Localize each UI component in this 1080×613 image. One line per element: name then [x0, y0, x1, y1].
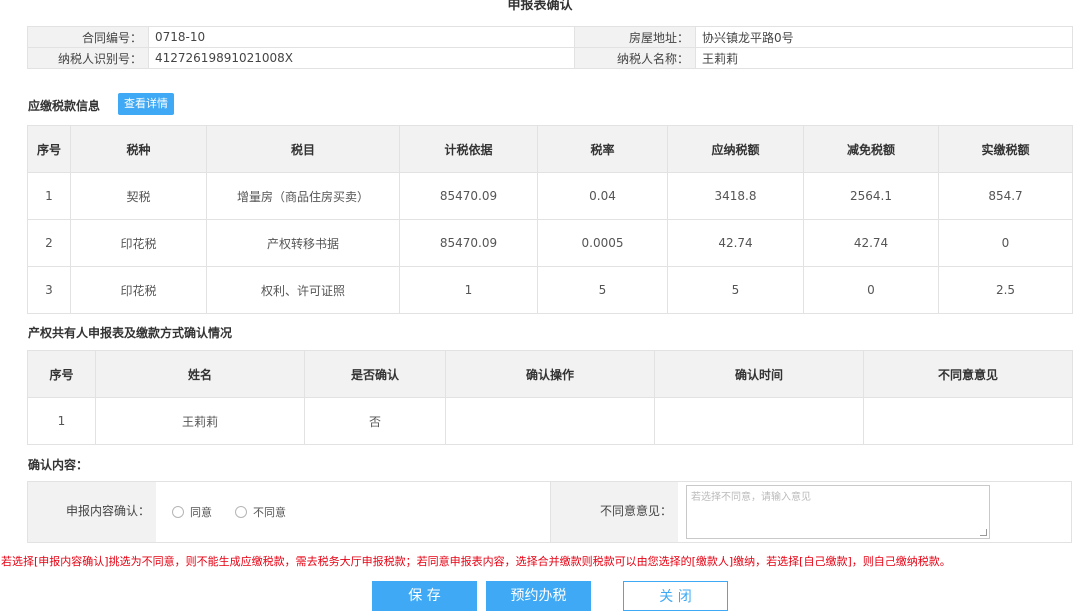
- owner-table-header-1: 姓名: [95, 350, 305, 398]
- tax-table-cell: 产权转移书据: [206, 219, 400, 267]
- agree-radio[interactable]: [172, 506, 184, 518]
- tax-table-header-3: 计税依据: [399, 125, 538, 173]
- tax-table-cell: 3: [27, 266, 71, 314]
- agree-label: 同意: [190, 506, 212, 519]
- tax-table-cell: 1: [27, 172, 71, 220]
- owner-table: 序号 姓名 是否确认 确认操作 确认时间 不同意意见 1 王莉莉否: [27, 350, 1073, 445]
- tax-table-cell: 85470.09: [399, 172, 538, 220]
- address-value: 协兴镇龙平路0号: [695, 26, 1073, 48]
- reason-placeholder: 若选择不同意，请输入意见: [691, 492, 811, 503]
- notice-text: 若选择[申报内容确认]挑选为不同意，则不能生成应缴税款，需去税务大厅申报税款；若…: [1, 555, 951, 568]
- tax-table-cell: 2564.1: [803, 172, 939, 220]
- tax-table-cell: 0.0005: [537, 219, 668, 267]
- owner-table-header-5: 不同意意见: [863, 350, 1073, 398]
- tax-table-cell: 42.74: [803, 219, 939, 267]
- tax-table-cell: 854.7: [938, 172, 1073, 220]
- taxpayer-name-value: 王莉莉: [695, 47, 1073, 69]
- owner-table-cell: [445, 397, 655, 445]
- tax-table-cell: 增量房（商品住房买卖）: [206, 172, 400, 220]
- tax-table-cell: 契税: [70, 172, 207, 220]
- owner-table-header-4: 确认时间: [654, 350, 864, 398]
- address-label: 房屋地址：: [574, 26, 696, 48]
- disagree-option[interactable]: 不同意: [235, 482, 286, 542]
- tax-table-cell: 印花税: [70, 219, 207, 267]
- tax-table-row: 3 印花税 权利、许可证照 1 5 5 0 2.5: [27, 266, 1073, 314]
- owner-table-header-2: 是否确认: [304, 350, 446, 398]
- tax-table-cell: 5: [537, 266, 668, 314]
- page-title: 申报表确认: [507, 0, 573, 13]
- view-details-button[interactable]: 查看详情: [118, 93, 174, 115]
- tax-table-header-6: 减免税额: [803, 125, 939, 173]
- tax-table-header-5: 应纳税额: [667, 125, 804, 173]
- reserve-button[interactable]: 预约办税: [486, 581, 591, 611]
- tax-table-header-0: 序号: [27, 125, 71, 173]
- disagree-radio[interactable]: [235, 506, 247, 518]
- tax-table-cell: 0: [938, 219, 1073, 267]
- tax-table-cell: 85470.09: [399, 219, 538, 267]
- tax-table-cell: 3418.8: [667, 172, 804, 220]
- taxpayer-id-value: 41272619891021008X: [148, 47, 575, 69]
- tax-table-header-1: 税种: [70, 125, 207, 173]
- agree-option[interactable]: 同意: [172, 482, 212, 542]
- owner-table-cell: 否: [304, 397, 446, 445]
- tax-table-cell: 1: [399, 266, 538, 314]
- taxpayer-name-label: 纳税人名称：: [574, 47, 696, 69]
- tax-table-header-7: 实缴税额: [938, 125, 1073, 173]
- tax-table-cell: 权利、许可证照: [206, 266, 400, 314]
- tax-table-cell: 0.04: [537, 172, 668, 220]
- owner-table-header-0: 序号: [27, 350, 96, 398]
- owner-table-row: 1 王莉莉否: [27, 397, 1073, 445]
- tax-table: 序号 税种 税目 计税依据 税率 应纳税额 减免税额 实缴税额 1 契税 增量房（商品住房买卖） 8…: [27, 125, 1073, 314]
- tax-table-cell: 印花税: [70, 266, 207, 314]
- reason-label: 不同意意见：: [550, 482, 678, 542]
- save-button[interactable]: 保 存: [372, 581, 477, 611]
- owner-table-cell: 王莉莉: [95, 397, 305, 445]
- resize-handle[interactable]: [980, 529, 987, 536]
- taxpayer-id-label: 纳税人识别号：: [27, 47, 149, 69]
- confirm-section-title: 确认内容：: [28, 458, 89, 472]
- disagree-label: 不同意: [253, 506, 286, 519]
- contract-no-label: 合同编号：: [27, 26, 149, 48]
- contract-no-value: 0718-10: [148, 26, 575, 48]
- owner-table-cell: 1: [27, 397, 96, 445]
- owner-table-header-3: 确认操作: [445, 350, 655, 398]
- tax-table-row: 1 契税 增量房（商品住房买卖） 85470.09 0.04 3418.8 2564.1 85…: [27, 172, 1073, 220]
- tax-table-cell: 0: [803, 266, 939, 314]
- confirm-box: 申报内容确认： 同意 不同意 不同意意见： 若选择不同意，请输入意见: [27, 481, 1072, 543]
- owner-section-title: 产权共有人申报表及缴款方式确认情况: [28, 326, 233, 340]
- tax-table-cell: 5: [667, 266, 804, 314]
- tax-table-header-2: 税目: [206, 125, 400, 173]
- reason-textarea[interactable]: 若选择不同意，请输入意见: [686, 485, 990, 539]
- owner-table-cell: [654, 397, 864, 445]
- tax-section-title: 应缴税款信息: [28, 99, 101, 113]
- tax-table-row: 2 印花税 产权转移书据 85470.09 0.0005 42.74 42.74 0: [27, 219, 1073, 267]
- contract-info-table: 合同编号： 0718-10 房屋地址： 协兴镇龙平路0号 纳税人识别号： 412…: [27, 26, 1073, 69]
- tax-table-cell: 42.74: [667, 219, 804, 267]
- content-confirm-label: 申报内容确认：: [28, 482, 156, 542]
- tax-table-header-4: 税率: [537, 125, 668, 173]
- tax-table-cell: 2: [27, 219, 71, 267]
- close-button[interactable]: 关 闭: [623, 581, 728, 611]
- owner-table-cell: [863, 397, 1073, 445]
- tax-table-cell: 2.5: [938, 266, 1073, 314]
